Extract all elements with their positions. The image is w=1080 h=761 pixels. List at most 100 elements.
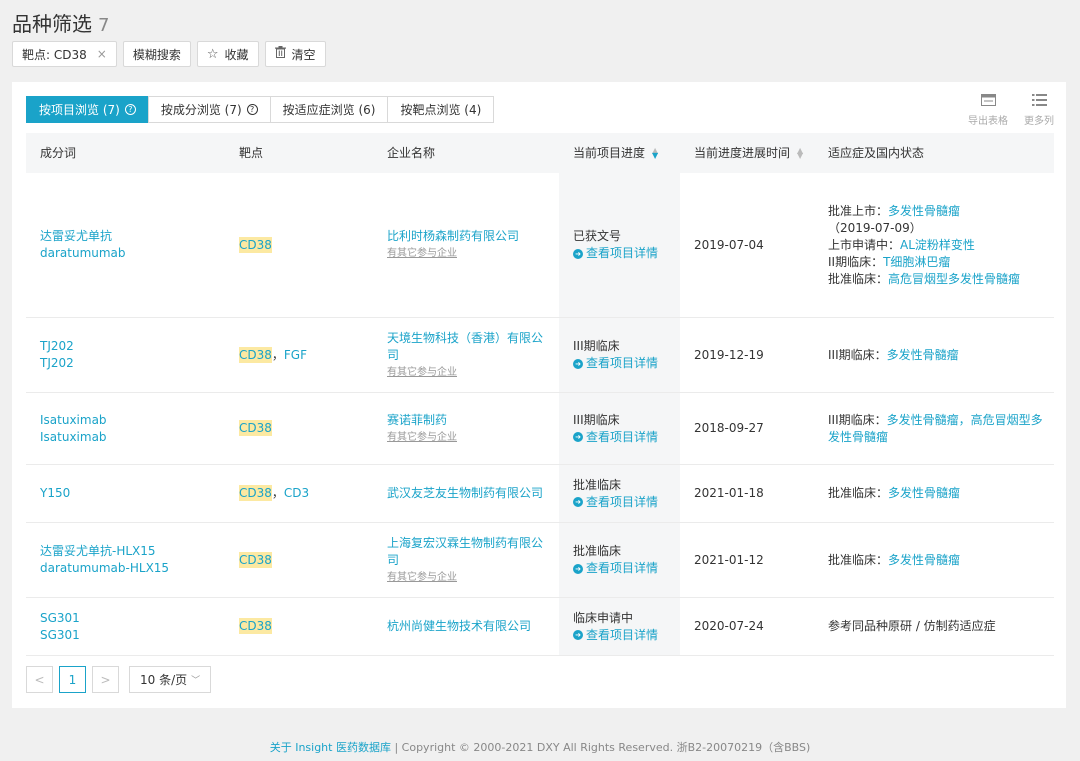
arrow-right-icon: ➜ xyxy=(573,630,583,640)
ingredient-name-link[interactable]: SG301 xyxy=(40,610,225,627)
cell-company: 天境生物科技（香港）有限公司 有其它参与企业 xyxy=(373,318,559,392)
cell-date: 2021-01-12 xyxy=(680,523,814,597)
export-table-button[interactable]: 导出表格 xyxy=(968,94,1008,127)
indication-link[interactable]: 多发性骨髓瘤 xyxy=(888,486,960,500)
cell-target: CD38，CD3 xyxy=(225,465,373,522)
company-link[interactable]: 比利时杨森制药有限公司 xyxy=(387,228,545,245)
indication-link[interactable]: AL淀粉样变性 xyxy=(900,238,975,252)
list-icon xyxy=(1031,94,1047,110)
ingredient-name-link[interactable]: TJ202 xyxy=(40,338,225,355)
tab-by-target[interactable]: 按靶点浏览 (4) xyxy=(387,96,495,123)
ingredient-name-link[interactable]: 达雷妥尤单抗 xyxy=(40,228,225,245)
other-companies-link[interactable]: 有其它参与企业 xyxy=(387,429,545,446)
project-detail-label: 查看项目详情 xyxy=(586,429,659,444)
fuzzy-search-button[interactable]: 模糊搜索 xyxy=(122,41,191,67)
indication-link[interactable]: 多发性骨髓瘤 xyxy=(887,348,959,362)
about-link[interactable]: 关于 Insight 医药数据库 xyxy=(270,741,391,754)
ingredient-alias-link[interactable]: Isatuximab xyxy=(40,429,225,446)
target-tag[interactable]: FGF xyxy=(284,348,307,362)
stage-text: 临床申请中 xyxy=(573,610,634,625)
col-header-date[interactable]: 当前进度进展时间 ▲ ▼ xyxy=(680,133,814,173)
stage-text: 已获文号 xyxy=(573,229,622,243)
favorite-button[interactable]: ☆ 收藏 xyxy=(196,41,259,67)
col-header-target: 靶点 xyxy=(225,133,373,173)
indication-link[interactable]: 多发性骨髓瘤 xyxy=(888,553,960,567)
col-header-label: 企业名称 xyxy=(387,145,436,160)
project-detail-link[interactable]: ➜ 查看项目详情 xyxy=(573,355,680,372)
tab-by-ingredient[interactable]: 按成分浏览 (7)? xyxy=(147,96,271,123)
ingredient-name-link[interactable]: Isatuximab xyxy=(40,412,225,429)
target-tag[interactable]: CD38 xyxy=(239,618,272,634)
export-label: 导出表格 xyxy=(968,116,1008,127)
tab-by-project[interactable]: 按项目浏览 (7)? xyxy=(26,96,149,123)
col-header-label: 适应症及国内状态 xyxy=(828,145,925,160)
target-tag[interactable]: CD38 xyxy=(239,420,272,436)
help-icon[interactable]: ? xyxy=(246,104,258,115)
project-detail-link[interactable]: ➜ 查看项目详情 xyxy=(573,429,680,446)
page-title-text: 品种筛选 xyxy=(12,12,92,36)
ingredient-alias-link[interactable]: daratumumab-HLX15 xyxy=(40,560,225,577)
cell-target: CD38 xyxy=(225,598,373,655)
cell-date: 2018-09-27 xyxy=(680,393,814,464)
company-link[interactable]: 杭州尚健生物技术有限公司 xyxy=(387,618,545,635)
page-1-button[interactable]: 1 xyxy=(59,666,86,693)
sort-icon[interactable]: ▲ ▼ xyxy=(797,147,803,160)
cell-company: 杭州尚健生物技术有限公司 xyxy=(373,598,559,655)
indication-link[interactable]: 高危冒烟型多发性骨髓瘤 xyxy=(888,272,1020,286)
col-header-stage[interactable]: 当前项目进度 ▲ ▼ xyxy=(559,133,680,173)
table-icon xyxy=(980,94,996,110)
date-text: 2019-12-19 xyxy=(694,347,764,362)
indication-line: III期临床：多发性骨髓瘤，高危冒烟型多发性骨髓瘤 xyxy=(828,412,1050,446)
company-link[interactable]: 上海复宏汉霖生物制药有限公司 xyxy=(387,535,545,569)
table-row: 达雷妥尤单抗-HLX15 daratumumab-HLX15 CD38 上海复宏汉霖生… xyxy=(26,523,1054,598)
sort-icon[interactable]: ▲ ▼ xyxy=(652,147,658,160)
prev-page-button[interactable]: < xyxy=(26,666,53,693)
indication-note: 参考同品种原研 / 仿制药适应症 xyxy=(828,619,996,633)
col-header-label: 当前项目进度 xyxy=(573,145,646,160)
date-text: 2021-01-12 xyxy=(694,552,764,567)
cell-indication: 批准临床：多发性骨髓瘤 xyxy=(814,465,1054,522)
ingredient-alias-link[interactable]: TJ202 xyxy=(40,355,225,372)
result-count: 7 xyxy=(98,15,110,36)
project-detail-link[interactable]: ➜ 查看项目详情 xyxy=(573,560,680,577)
tab-label: 按适应症浏览 (6) xyxy=(282,103,376,117)
ingredient-alias-link[interactable]: daratumumab xyxy=(40,245,225,262)
other-companies-link[interactable]: 有其它参与企业 xyxy=(387,245,545,262)
indication-link[interactable]: T细胞淋巴瘤 xyxy=(883,255,950,269)
indication-status: 上市申请中： xyxy=(828,237,901,252)
other-companies-link[interactable]: 有其它参与企业 xyxy=(387,364,545,381)
company-link[interactable]: 天境生物科技（香港）有限公司 xyxy=(387,330,545,364)
tab-label: 按靶点浏览 (4) xyxy=(400,103,482,117)
company-link[interactable]: 武汉友芝友生物制药有限公司 xyxy=(387,485,545,502)
cell-indication: III期临床：多发性骨髓瘤 xyxy=(814,318,1054,392)
tab-by-indication[interactable]: 按适应症浏览 (6) xyxy=(269,96,389,123)
filter-tag-target[interactable]: 靶点: CD38 × xyxy=(12,41,117,67)
ingredient-name-link[interactable]: Y150 xyxy=(40,485,225,502)
col-header-label: 成分词 xyxy=(40,145,77,160)
target-tag[interactable]: CD3 xyxy=(284,486,309,500)
target-tag[interactable]: CD38 xyxy=(239,485,272,501)
target-tag[interactable]: CD38 xyxy=(239,236,272,253)
indication-status: 批准临床： xyxy=(828,271,889,286)
clear-button[interactable]: 清空 xyxy=(264,41,326,67)
target-tag[interactable]: CD38 xyxy=(239,346,272,363)
project-detail-label: 查看项目详情 xyxy=(586,627,659,642)
next-page-button[interactable]: > xyxy=(92,666,119,693)
ingredient-name-link[interactable]: 达雷妥尤单抗-HLX15 xyxy=(40,543,225,560)
ingredient-alias-link[interactable]: SG301 xyxy=(40,627,225,644)
target-tag[interactable]: CD38 xyxy=(239,551,272,568)
project-detail-link[interactable]: ➜ 查看项目详情 xyxy=(573,494,680,511)
indication-link[interactable]: 多发性骨髓瘤 xyxy=(888,204,960,218)
footer: 关于 Insight 医药数据库 | Copyright © 2000-2021… xyxy=(0,739,1080,755)
project-detail-link[interactable]: ➜ 查看项目详情 xyxy=(573,245,680,262)
company-link[interactable]: 赛诺菲制药 xyxy=(387,412,545,429)
other-companies-link[interactable]: 有其它参与企业 xyxy=(387,569,545,586)
page-size-select[interactable]: 10 条/页 ﹀ xyxy=(129,666,212,693)
more-columns-button[interactable]: 更多列 xyxy=(1024,94,1054,127)
close-icon[interactable]: × xyxy=(97,47,107,61)
filter-toolbar: 靶点: CD38 × 模糊搜索 ☆ 收藏 清空 xyxy=(12,41,326,67)
arrow-right-icon: ➜ xyxy=(573,563,583,574)
help-icon[interactable]: ? xyxy=(124,104,136,115)
indication-line: 上市申请中：AL淀粉样变性 xyxy=(828,237,1050,254)
project-detail-link[interactable]: ➜ 查看项目详情 xyxy=(573,627,680,644)
